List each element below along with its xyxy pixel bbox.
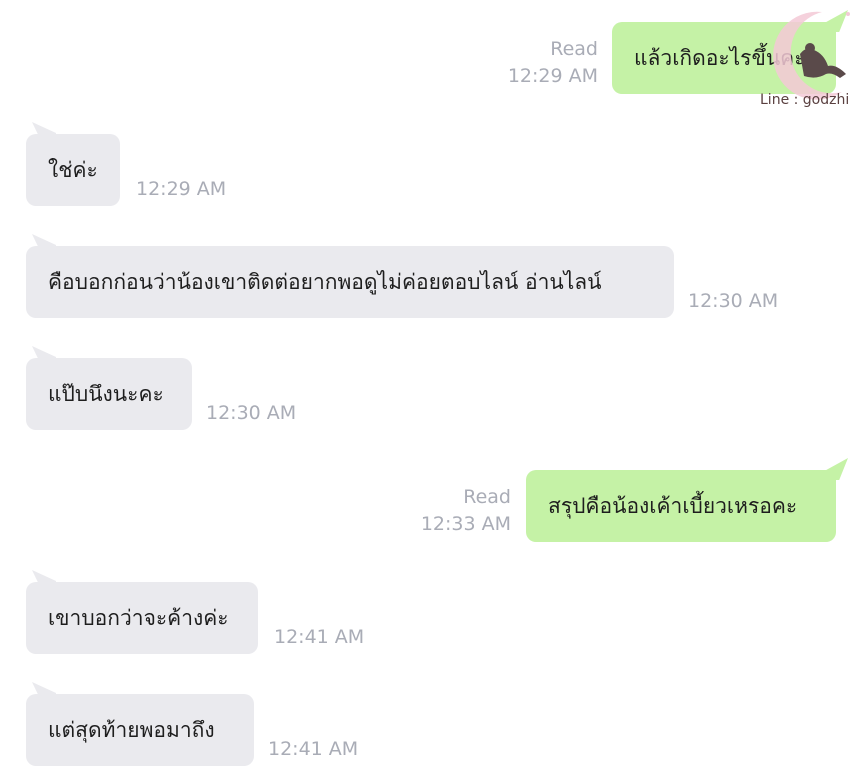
message-text: แต่สุดท้ายพอมาถึง xyxy=(48,717,215,742)
message-time: 12:29 AM xyxy=(507,65,598,87)
message-time: 12:29 AM xyxy=(136,178,227,200)
watermark-text: Line : godzhi xyxy=(760,92,850,108)
message-time: 12:41 AM xyxy=(274,626,365,648)
message-time: 12:33 AM xyxy=(420,513,511,535)
message-text: ใช่ค่ะ xyxy=(48,157,98,182)
message-bubble-incoming[interactable]: แป๊บนึงนะคะ xyxy=(26,346,192,430)
message-text: แป๊บนึงนะคะ xyxy=(48,381,164,406)
message-text: คือบอกก่อนว่าน้องเขาติดต่อยากพอดูไม่ค่อย… xyxy=(48,269,602,294)
bubble-tail xyxy=(826,458,848,480)
message-bubble-incoming[interactable]: แต่สุดท้ายพอมาถึง xyxy=(26,682,254,766)
message-bubble-incoming[interactable]: ใช่ค่ะ xyxy=(26,122,120,206)
bubble-tail xyxy=(32,234,56,254)
bubble-tail xyxy=(32,346,56,366)
message-bubble-incoming[interactable]: เขาบอกว่าจะค้างค่ะ xyxy=(26,570,258,654)
read-receipt: Read 12:29 AM xyxy=(508,36,598,90)
message-time: 12:41 AM xyxy=(268,738,359,760)
message-text: เขาบอกว่าจะค้างค่ะ xyxy=(48,605,229,630)
bubble-tail xyxy=(32,570,56,590)
bubble-tail xyxy=(32,682,56,702)
message-time: 12:30 AM xyxy=(688,290,779,312)
message-bubble-incoming[interactable]: คือบอกก่อนว่าน้องเขาติดต่อยากพอดูไม่ค่อย… xyxy=(26,234,674,318)
message-time: 12:30 AM xyxy=(206,402,297,424)
read-label: Read xyxy=(463,486,511,508)
message-text: สรุปคือน้องเค้าเบี้ยวเหรอคะ xyxy=(548,493,798,518)
bubble-tail xyxy=(32,122,56,142)
read-receipt: Read 12:33 AM xyxy=(421,484,511,538)
read-label: Read xyxy=(550,38,598,60)
message-bubble-outgoing[interactable]: สรุปคือน้องเค้าเบี้ยวเหรอคะ xyxy=(526,458,848,542)
